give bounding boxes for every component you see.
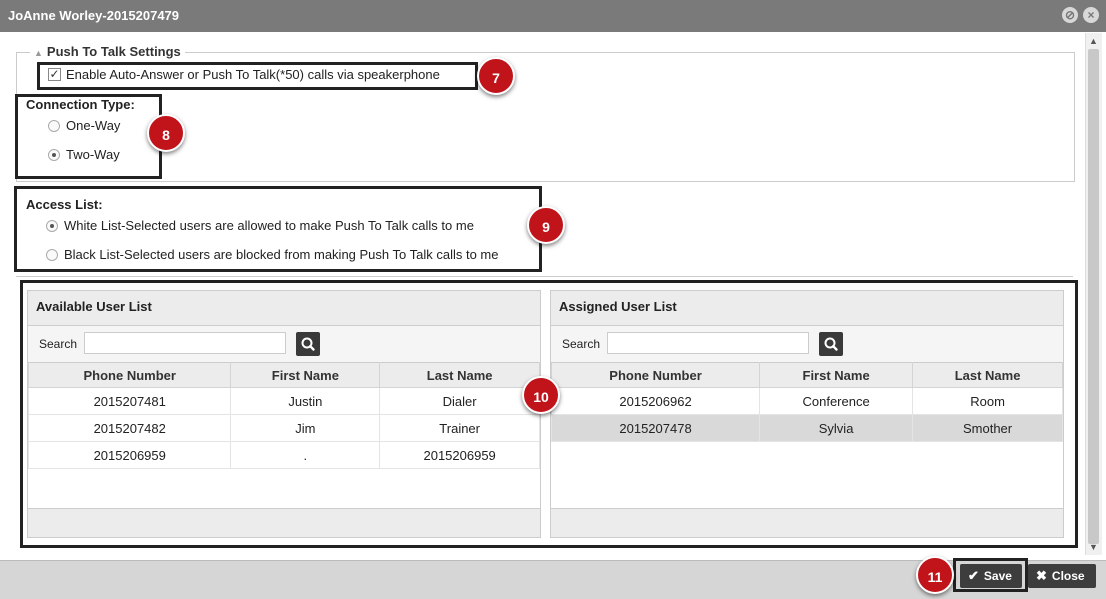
white-list-option[interactable]: White List-Selected users are allowed to… (46, 218, 474, 233)
cell-first-name: Sylvia (759, 414, 914, 442)
assigned-user-list-title: Assigned User List (551, 291, 1063, 326)
available-search-row: Search (28, 326, 540, 362)
black-list-option[interactable]: Black List-Selected users are blocked fr… (46, 247, 499, 262)
available-user-list-title: Available User List (28, 291, 540, 326)
assigned-user-table: Phone Number First Name Last Name 201520… (550, 362, 1063, 442)
one-way-label: One-Way (66, 118, 121, 133)
callout-badge-11: 11 (916, 556, 954, 594)
two-way-label: Two-Way (66, 147, 120, 162)
available-search-label: Search (39, 337, 78, 351)
available-search-input[interactable] (84, 332, 286, 354)
black-list-label: Black List-Selected users are blocked fr… (64, 247, 499, 262)
close-button[interactable]: ✖ Close (1028, 564, 1096, 588)
cell-first-name: . (230, 441, 381, 469)
column-header-last-name[interactable]: Last Name (912, 362, 1063, 388)
two-way-radio[interactable] (48, 148, 60, 161)
scroll-down-icon[interactable]: ▼ (1089, 542, 1098, 552)
table-row[interactable]: 2015207482 Jim Trainer (27, 414, 540, 442)
available-panel-footer (28, 508, 540, 537)
vertical-scrollbar[interactable]: ▲ ▼ (1085, 33, 1102, 555)
checkmark-icon: ✔ (968, 568, 979, 583)
white-list-label: White List-Selected users are allowed to… (64, 218, 474, 233)
scroll-thumb[interactable] (1088, 49, 1099, 544)
available-user-table: Phone Number First Name Last Name 201520… (27, 362, 540, 469)
cell-first-name: Jim (230, 414, 381, 442)
available-search-button[interactable] (296, 332, 320, 356)
cell-last-name: Dialer (379, 387, 540, 415)
column-header-phone-number[interactable]: Phone Number (550, 362, 761, 388)
table-row[interactable]: 2015207478 Sylvia Smother (550, 414, 1063, 442)
search-icon (824, 337, 838, 351)
cell-first-name: Justin (230, 387, 381, 415)
column-header-first-name[interactable]: First Name (759, 362, 914, 388)
title-bar: JoAnne Worley-2015207479 ⊘ × (0, 0, 1106, 32)
assigned-search-row: Search (551, 326, 1063, 362)
white-list-radio[interactable] (46, 219, 58, 232)
x-icon: ✖ (1036, 568, 1047, 583)
callout-badge-7: 7 (477, 57, 515, 95)
connection-type-label: Connection Type: (26, 97, 135, 112)
auto-answer-checkbox[interactable]: ✓ (48, 68, 61, 81)
assigned-search-label: Search (562, 337, 601, 351)
callout-badge-8: 8 (147, 114, 185, 152)
cell-first-name: Conference (759, 387, 914, 415)
cell-last-name: Smother (912, 414, 1063, 442)
table-row[interactable]: 2015207481 Justin Dialer (27, 387, 540, 415)
callout-badge-10: 10 (522, 376, 560, 414)
assigned-user-list-panel: Assigned User List Search Phone Number F… (550, 290, 1064, 538)
minimize-icon[interactable]: ⊘ (1062, 7, 1078, 23)
search-icon (301, 337, 315, 351)
scroll-up-icon[interactable]: ▲ (1089, 36, 1098, 46)
table-row[interactable]: 2015206959 . 2015206959 (27, 441, 540, 469)
access-list-label: Access List: (26, 197, 103, 212)
table-row[interactable]: 2015206962 Conference Room (550, 387, 1063, 415)
assigned-search-button[interactable] (819, 332, 843, 356)
cell-phone-number: 2015207481 (27, 387, 232, 415)
one-way-option[interactable]: One-Way (48, 118, 120, 133)
cell-phone-number: 2015206962 (550, 387, 761, 415)
one-way-radio[interactable] (48, 119, 60, 132)
column-header-phone-number[interactable]: Phone Number (27, 362, 232, 388)
cell-phone-number: 2015207482 (27, 414, 232, 442)
save-label: Save (983, 569, 1012, 583)
callout-badge-9: 9 (527, 206, 565, 244)
window-title: JoAnne Worley-2015207479 (8, 8, 180, 23)
cell-phone-number: 2015206959 (27, 441, 232, 469)
assigned-panel-footer (551, 508, 1063, 537)
auto-answer-row[interactable]: ✓ Enable Auto-Answer or Push To Talk(*50… (48, 67, 440, 82)
auto-answer-label: Enable Auto-Answer or Push To Talk(*50) … (66, 67, 440, 82)
legend-label: Push To Talk Settings (46, 44, 181, 59)
section-divider (16, 276, 1073, 277)
black-list-radio[interactable] (46, 248, 58, 261)
close-icon[interactable]: × (1083, 7, 1099, 23)
cell-last-name: Room (912, 387, 1063, 415)
column-header-last-name[interactable]: Last Name (379, 362, 540, 388)
two-way-option[interactable]: Two-Way (48, 147, 120, 162)
cell-phone-number: 2015207478 (550, 414, 761, 442)
cell-last-name: 2015206959 (379, 441, 540, 469)
fieldset-legend[interactable]: ▲ Push To Talk Settings (30, 44, 185, 59)
close-label: Close (1051, 569, 1085, 583)
collapse-triangle-icon[interactable]: ▲ (34, 48, 43, 58)
available-user-list-panel: Available User List Search Phone Number … (27, 290, 541, 538)
assigned-search-input[interactable] (607, 332, 809, 354)
column-header-first-name[interactable]: First Name (230, 362, 381, 388)
save-button[interactable]: ✔ Save (960, 564, 1022, 588)
cell-last-name: Trainer (379, 414, 540, 442)
